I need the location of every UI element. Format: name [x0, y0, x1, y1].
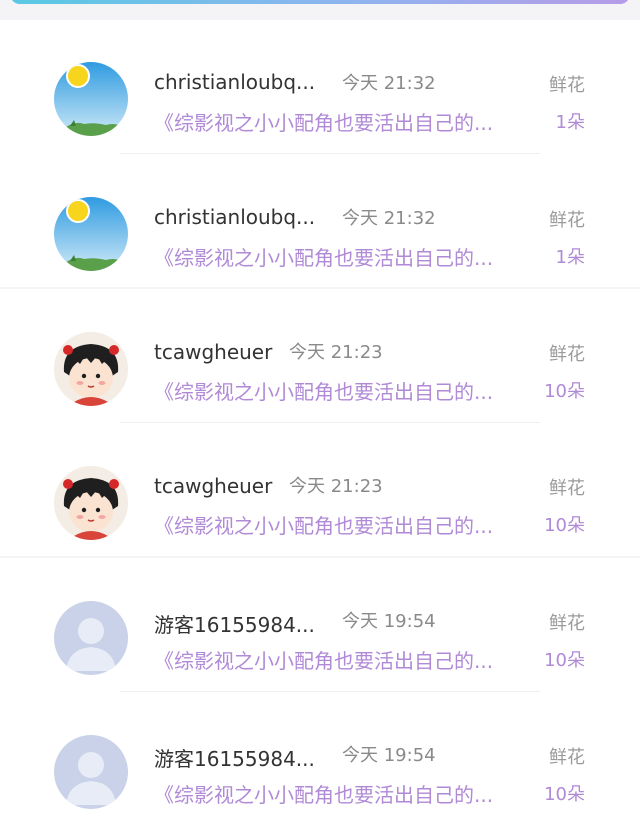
book-title-link[interactable]: 《综影视之小小配角也要活出自己的... [154, 107, 493, 136]
gift-type-label: 鲜花 [549, 747, 585, 768]
gradient-strip [10, 0, 630, 4]
book-title-link[interactable]: 《综影视之小小配角也要活出自己的... [154, 779, 493, 808]
book-title-link[interactable]: 《综影视之小小配角也要活出自己的... [154, 645, 493, 674]
row-divider [120, 422, 540, 423]
row-divider [120, 153, 540, 154]
gift-count: 10朵 [544, 784, 585, 805]
timestamp: 今天 21:23 [289, 476, 383, 497]
gift-count: 1朵 [555, 112, 585, 133]
list-item[interactable]: christianloubq... 今天 21:32 鲜花 《综影视之小小配角也… [0, 20, 640, 155]
timestamp: 今天 19:54 [342, 611, 436, 632]
row-divider [120, 691, 540, 692]
book-title-link[interactable]: 《综影视之小小配角也要活出自己的... [154, 510, 493, 539]
timestamp: 今天 21:23 [289, 342, 383, 363]
user-name[interactable]: 游客16155984... [154, 609, 315, 638]
user-name[interactable]: christianloubq... [154, 205, 315, 229]
list-item[interactable]: tcawgheuer 今天 21:23 鲜花 《综影视之小小配角也要活出自己的.… [0, 424, 640, 558]
user-name[interactable]: tcawgheuer [154, 340, 272, 364]
gift-count: 10朵 [544, 650, 585, 671]
header-gradient-bar [0, 0, 640, 20]
gift-count: 10朵 [544, 515, 585, 536]
cartoon-girl-avatar-icon [54, 332, 128, 406]
gift-type-label: 鲜花 [549, 344, 585, 365]
book-title-link[interactable]: 《综影视之小小配角也要活出自己的... [154, 376, 493, 405]
gift-type-label: 鲜花 [549, 75, 585, 96]
book-title-link[interactable]: 《综影视之小小配角也要活出自己的... [154, 242, 493, 271]
list-item[interactable]: 游客16155984... 今天 19:54 鲜花 《综影视之小小配角也要活出自… [0, 558, 640, 693]
user-name[interactable]: 游客16155984... [154, 743, 315, 772]
user-name[interactable]: christianloubq... [154, 70, 315, 94]
default-person-avatar-icon [54, 735, 128, 809]
sky-avatar-icon [54, 197, 128, 271]
timestamp: 今天 21:32 [342, 73, 436, 94]
list-item[interactable]: 游客16155984... 今天 19:54 鲜花 《综影视之小小配角也要活出自… [0, 693, 640, 840]
avatar[interactable] [54, 62, 128, 136]
gift-count: 10朵 [544, 381, 585, 402]
gift-type-label: 鲜花 [549, 613, 585, 634]
gift-count: 1朵 [555, 247, 585, 268]
timestamp: 今天 21:32 [342, 208, 436, 229]
sky-avatar-icon [54, 62, 128, 136]
list-item[interactable]: christianloubq... 今天 21:32 鲜花 《综影视之小小配角也… [0, 155, 640, 289]
default-person-avatar-icon [54, 601, 128, 675]
list-item[interactable]: tcawgheuer 今天 21:23 鲜花 《综影视之小小配角也要活出自己的.… [0, 289, 640, 424]
gift-type-label: 鲜花 [549, 478, 585, 499]
cartoon-girl-avatar-icon [54, 466, 128, 540]
avatar[interactable] [54, 197, 128, 271]
avatar[interactable] [54, 332, 128, 406]
avatar[interactable] [54, 601, 128, 675]
avatar[interactable] [54, 735, 128, 809]
timestamp: 今天 19:54 [342, 745, 436, 766]
gift-record-list: christianloubq... 今天 21:32 鲜花 《综影视之小小配角也… [0, 20, 640, 840]
user-name[interactable]: tcawgheuer [154, 474, 272, 498]
gift-type-label: 鲜花 [549, 210, 585, 231]
avatar[interactable] [54, 466, 128, 540]
